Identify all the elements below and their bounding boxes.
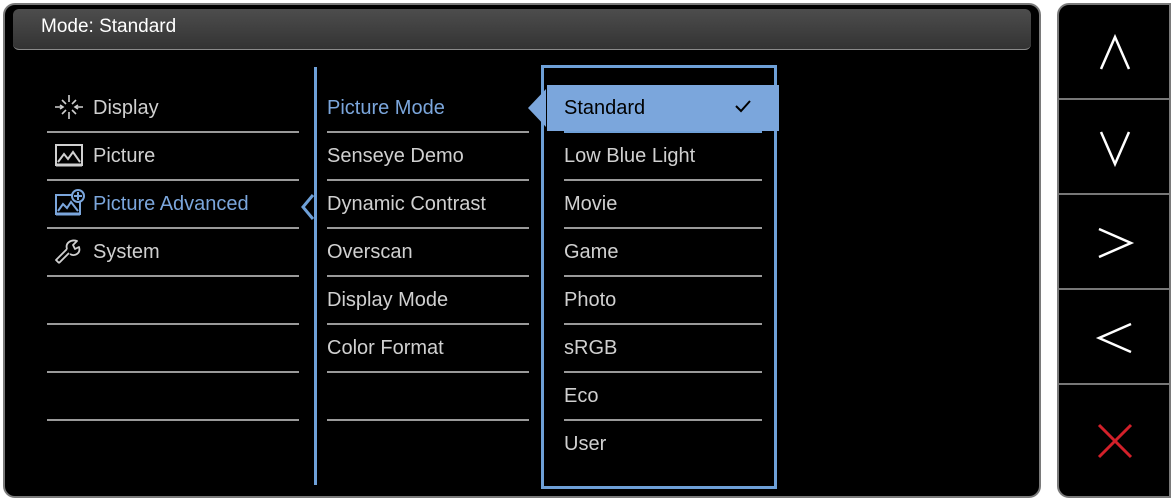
options-panel: Standard Low Blue Light Movie Game Photo… — [528, 65, 779, 489]
picture-icon — [55, 144, 83, 167]
submenu-item-label: Dynamic Contrast — [327, 193, 486, 215]
option-label: Standard — [564, 97, 646, 119]
sub-menu: Picture Mode Senseye Demo Dynamic Contra… — [327, 85, 529, 421]
submenu-item-senseye-demo[interactable]: Senseye Demo — [327, 133, 529, 181]
option-user[interactable]: User — [564, 421, 762, 469]
hotkey-panel — [1057, 3, 1171, 498]
left-arrow-icon — [1095, 322, 1132, 354]
down-key-button[interactable] — [1059, 100, 1169, 195]
submenu-item-dynamic-contrast[interactable]: Dynamic Contrast — [327, 181, 529, 229]
up-key-button[interactable] — [1059, 5, 1169, 100]
option-label: Movie — [564, 193, 618, 215]
submenu-item-color-format[interactable]: Color Format — [327, 325, 529, 373]
active-pointer-icon — [301, 194, 315, 220]
submenu-item-label: Senseye Demo — [327, 145, 464, 167]
submenu-item-empty — [327, 373, 529, 421]
osd-menu: Mode: Standard Display Picture Picture A… — [3, 3, 1041, 498]
menu-item-system[interactable]: System — [47, 229, 299, 277]
menu-item-empty — [47, 373, 299, 421]
option-game[interactable]: Game — [564, 229, 762, 277]
submenu-item-label: Color Format — [327, 337, 444, 359]
main-menu: Display Picture Picture Advanced System — [47, 85, 299, 421]
menu-item-picture-advanced[interactable]: Picture Advanced — [47, 181, 299, 229]
option-standard[interactable]: Standard — [528, 85, 779, 133]
menu-item-label: System — [93, 241, 160, 263]
option-photo[interactable]: Photo — [564, 277, 762, 325]
option-label: User — [564, 433, 607, 455]
option-label: sRGB — [564, 337, 618, 359]
menu-item-picture[interactable]: Picture — [47, 133, 299, 181]
submenu-item-label: Display Mode — [327, 289, 449, 311]
wrench-icon — [55, 239, 81, 264]
checkmark-icon — [735, 100, 751, 113]
option-srgb[interactable]: sRGB — [564, 325, 762, 373]
right-key-button[interactable] — [1059, 195, 1169, 290]
menu-item-label: Picture Advanced — [93, 193, 249, 215]
picture-advanced-icon — [55, 189, 85, 216]
menu-item-display[interactable]: Display — [47, 85, 299, 133]
menu-item-label: Picture — [93, 145, 156, 167]
mode-label: Mode: Standard — [41, 16, 177, 37]
close-key-button[interactable] — [1059, 385, 1169, 496]
menu-item-label: Display — [93, 97, 159, 119]
selection-pointer-icon — [528, 89, 546, 127]
submenu-item-display-mode[interactable]: Display Mode — [327, 277, 529, 325]
display-icon — [55, 95, 83, 119]
option-movie[interactable]: Movie — [564, 181, 762, 229]
submenu-item-label: Overscan — [327, 241, 413, 263]
option-label: Eco — [564, 385, 599, 407]
options-list: Standard Low Blue Light Movie Game Photo… — [528, 85, 779, 469]
option-label: Low Blue Light — [564, 145, 696, 167]
menu-item-empty — [47, 277, 299, 325]
right-arrow-icon — [1098, 227, 1135, 259]
submenu-item-overscan[interactable]: Overscan — [327, 229, 529, 277]
menu-item-empty — [47, 325, 299, 373]
option-low-blue-light[interactable]: Low Blue Light — [564, 133, 762, 181]
left-key-button[interactable] — [1059, 290, 1169, 385]
up-arrow-icon — [1099, 33, 1131, 70]
option-eco[interactable]: Eco — [564, 373, 762, 421]
option-label: Photo — [564, 289, 617, 311]
option-label: Game — [564, 241, 619, 263]
mode-title-bar: Mode: Standard — [13, 9, 1031, 50]
column-divider — [314, 67, 317, 485]
submenu-item-picture-mode[interactable]: Picture Mode — [327, 85, 529, 133]
submenu-item-label: Picture Mode — [327, 97, 445, 119]
down-arrow-icon — [1099, 131, 1131, 168]
close-icon — [1097, 423, 1133, 459]
